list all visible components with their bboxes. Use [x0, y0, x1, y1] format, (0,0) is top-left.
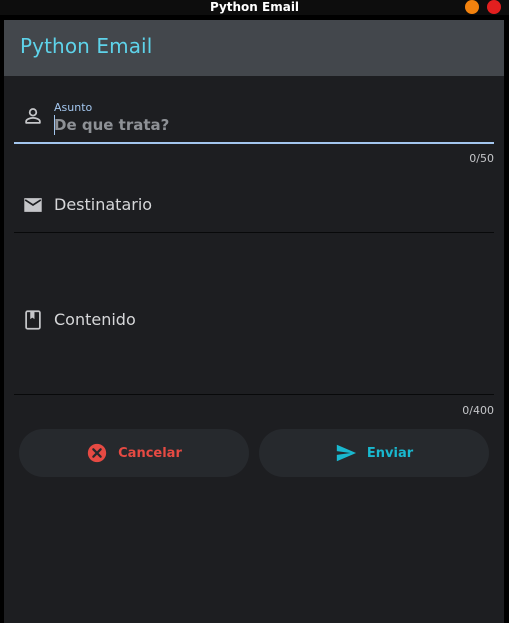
book-icon — [22, 309, 44, 331]
send-icon — [335, 442, 357, 464]
send-button-label: Enviar — [366, 445, 414, 461]
content-counter: 0/400 — [462, 404, 494, 417]
window-titlebar: Python Email — [0, 0, 509, 15]
app-window: Python Email Asunto 0/50 Destinatario — [4, 20, 504, 623]
recipient-field[interactable]: Destinatario — [14, 180, 494, 254]
recipient-label: Destinatario — [54, 195, 153, 214]
send-button[interactable]: Enviar — [259, 429, 489, 477]
subject-label: Asunto — [54, 101, 93, 114]
content-label: Contenido — [54, 310, 136, 329]
person-icon — [22, 105, 44, 127]
content-field[interactable]: Contenido 0/400 — [14, 295, 494, 435]
text-caret — [54, 115, 55, 135]
cancel-button[interactable]: Cancelar — [19, 429, 249, 477]
mail-icon — [22, 194, 44, 216]
recipient-underline — [14, 232, 494, 233]
cancel-button-label: Cancelar — [118, 445, 182, 461]
window-title: Python Email — [209, 0, 300, 14]
subject-counter: 0/50 — [469, 152, 494, 165]
minimize-button[interactable] — [465, 0, 479, 14]
subject-field[interactable]: Asunto 0/50 — [14, 96, 494, 165]
close-button[interactable] — [487, 0, 501, 14]
subject-input[interactable] — [54, 114, 484, 136]
subject-underline — [14, 142, 494, 144]
content-underline — [14, 394, 494, 395]
cancel-circle-icon — [86, 442, 108, 464]
app-bar: Python Email — [4, 20, 504, 76]
app-bar-title: Python Email — [20, 34, 153, 58]
